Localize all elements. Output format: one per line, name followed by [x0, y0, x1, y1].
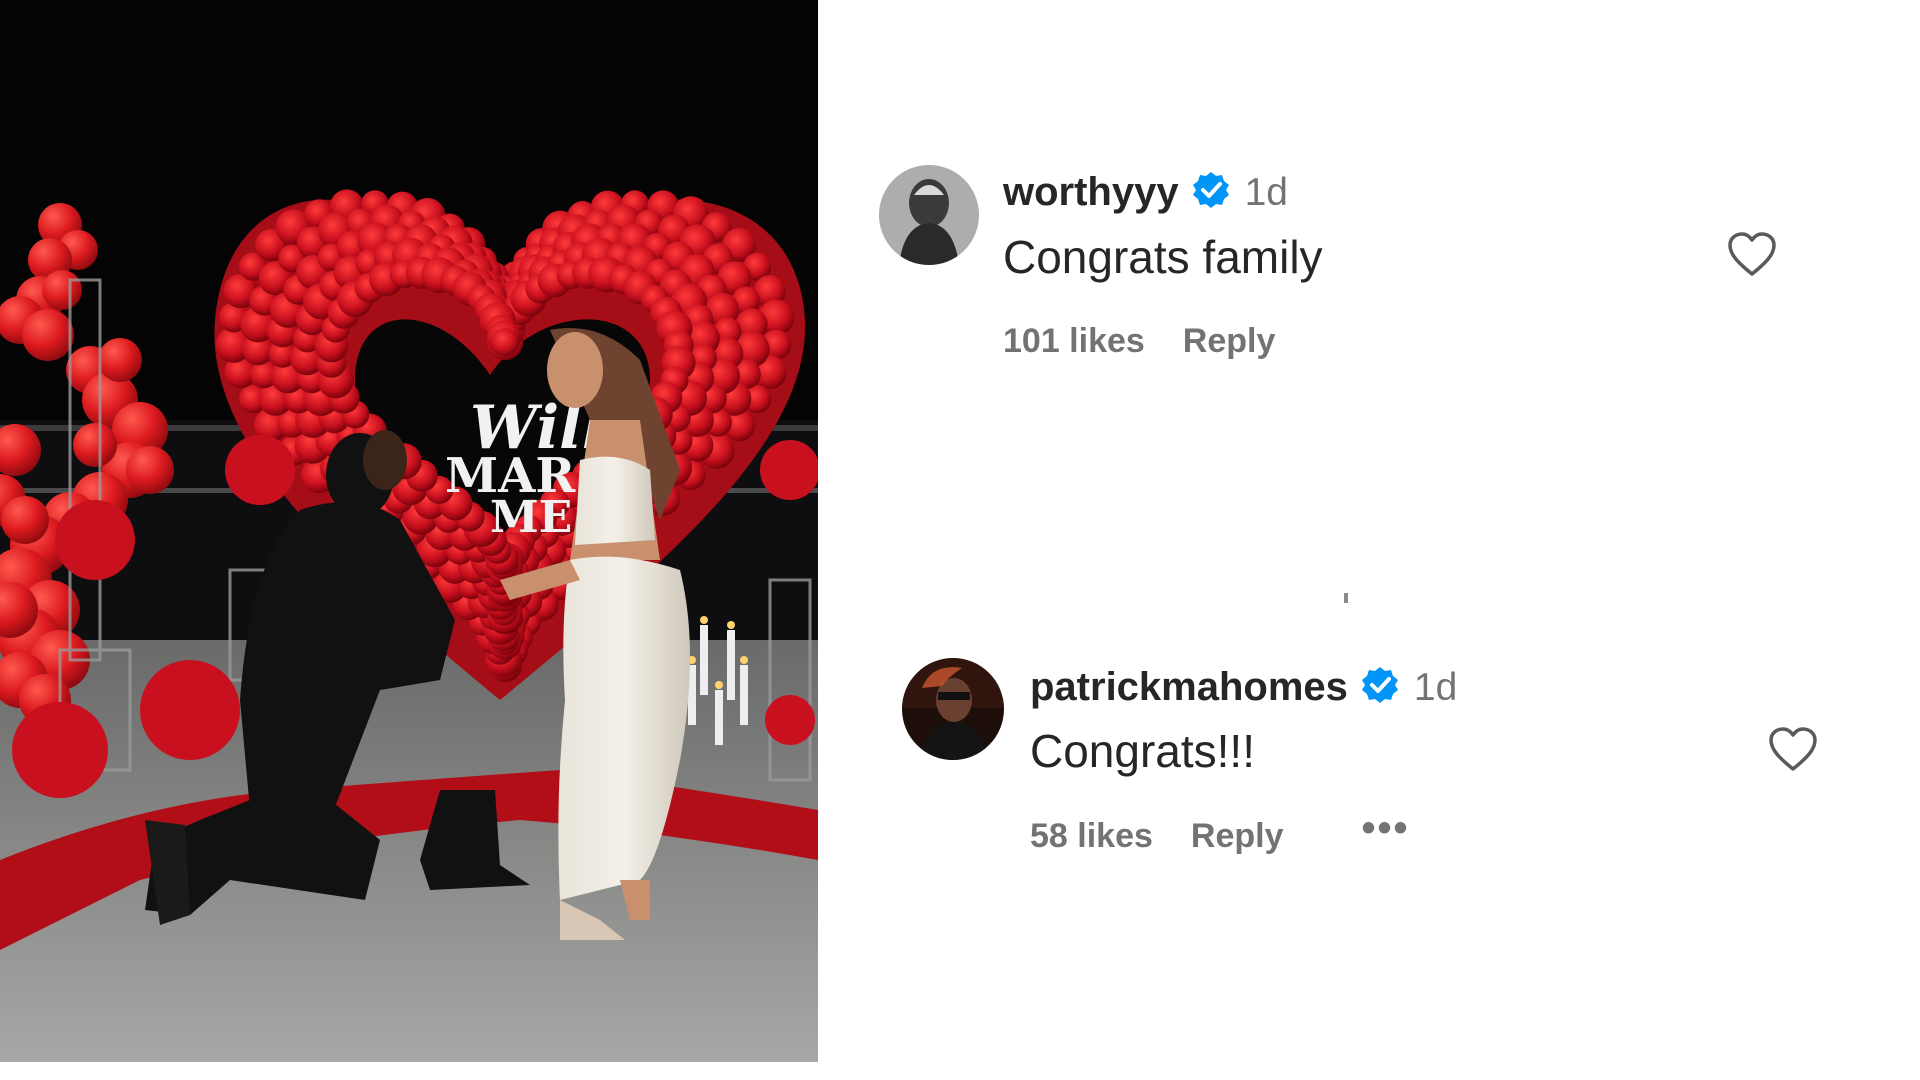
comment-username[interactable]: worthyyy	[1003, 170, 1179, 215]
more-options-button[interactable]: •••	[1361, 808, 1409, 848]
verified-badge-icon	[1360, 665, 1400, 710]
divider-dot	[1344, 593, 1348, 603]
heart-outline-icon[interactable]	[1727, 232, 1777, 283]
reply-button[interactable]: Reply	[1183, 322, 1276, 361]
avatar[interactable]	[879, 165, 979, 265]
comment-time: 1d	[1413, 665, 1458, 709]
likes-count[interactable]: 58 likes	[1030, 817, 1153, 856]
verified-badge-icon	[1191, 170, 1231, 215]
proposal-photo-illustration: Will MAR ME	[0, 0, 818, 1062]
neon-sign-line-3: ME	[490, 492, 572, 543]
comment-time: 1d	[1244, 170, 1288, 214]
comment-text: Congrats family	[1003, 231, 1323, 283]
avatar[interactable]	[902, 658, 1004, 760]
likes-count[interactable]: 101 likes	[1003, 322, 1145, 361]
reply-button[interactable]: Reply	[1191, 817, 1284, 856]
post-photo: Will MAR ME	[0, 0, 818, 1062]
comment-text: Congrats!!!	[1030, 725, 1255, 777]
heart-outline-icon[interactable]	[1768, 727, 1818, 778]
comment-username[interactable]: patrickmahomes	[1030, 665, 1348, 710]
